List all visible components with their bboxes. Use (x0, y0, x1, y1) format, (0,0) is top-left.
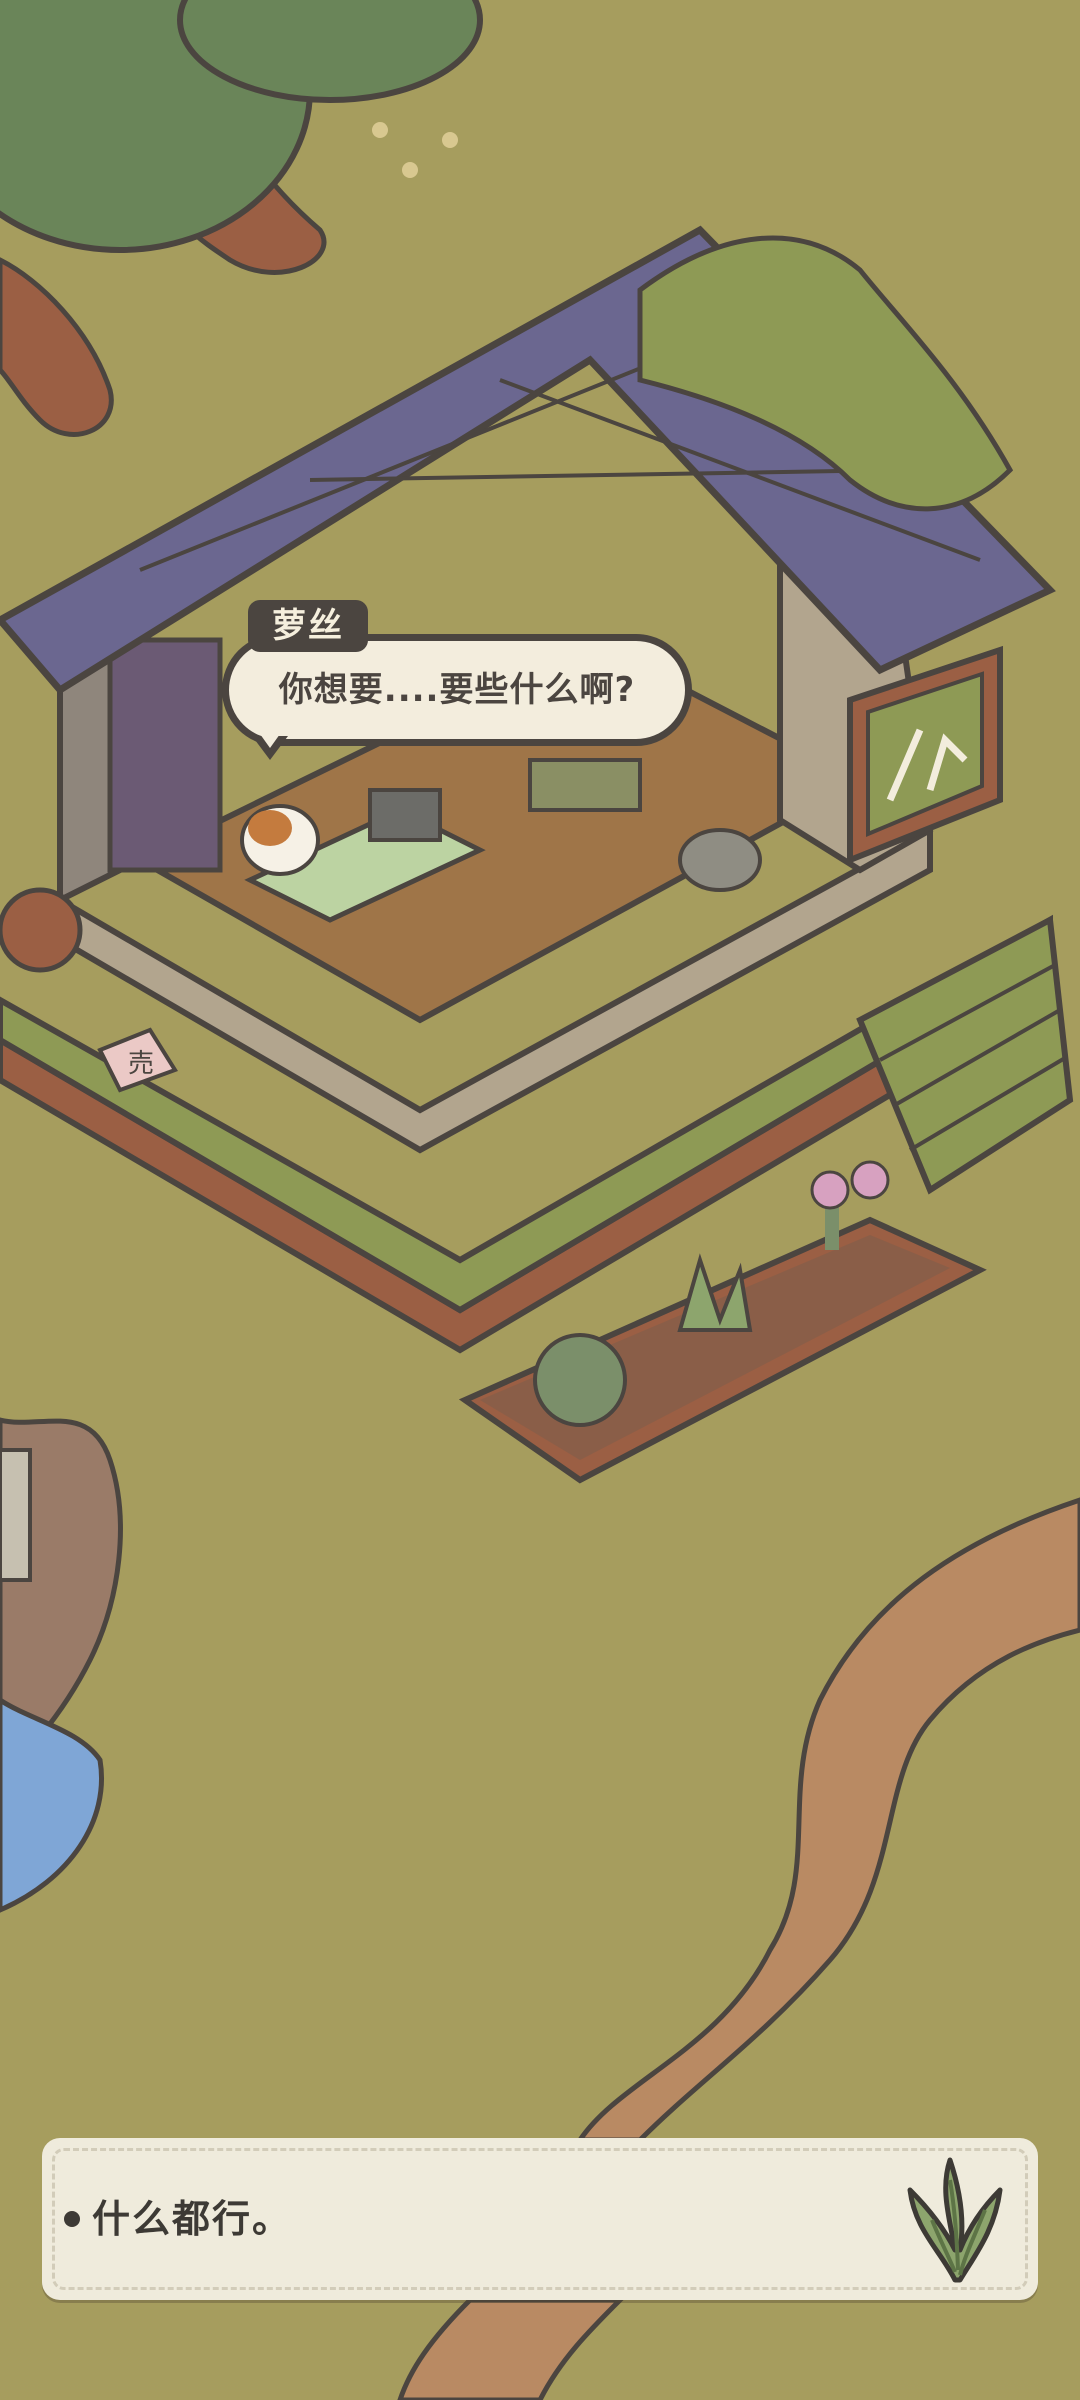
crate (528, 758, 642, 812)
dialogue-tail-inner (260, 734, 280, 748)
barrel (0, 887, 83, 973)
cash-register (368, 788, 442, 842)
choice-label-wrap: 什么都行。 (64, 2138, 292, 2300)
choice-label: 什么都行。 (92, 2197, 293, 2241)
bullet-icon (64, 2210, 80, 2227)
dialogue-text: 你想要....要些什么啊? (278, 670, 636, 710)
grass-tuft-icon (907, 2157, 1003, 2283)
game-scene: 売 (0, 0, 1080, 2400)
dialogue-choice-option[interactable]: 什么都行。 (42, 2138, 1038, 2300)
price-sign-label: 売 (128, 1049, 154, 1079)
speaker-name-tag: 萝丝 (248, 600, 368, 652)
stone-pot (678, 828, 762, 892)
